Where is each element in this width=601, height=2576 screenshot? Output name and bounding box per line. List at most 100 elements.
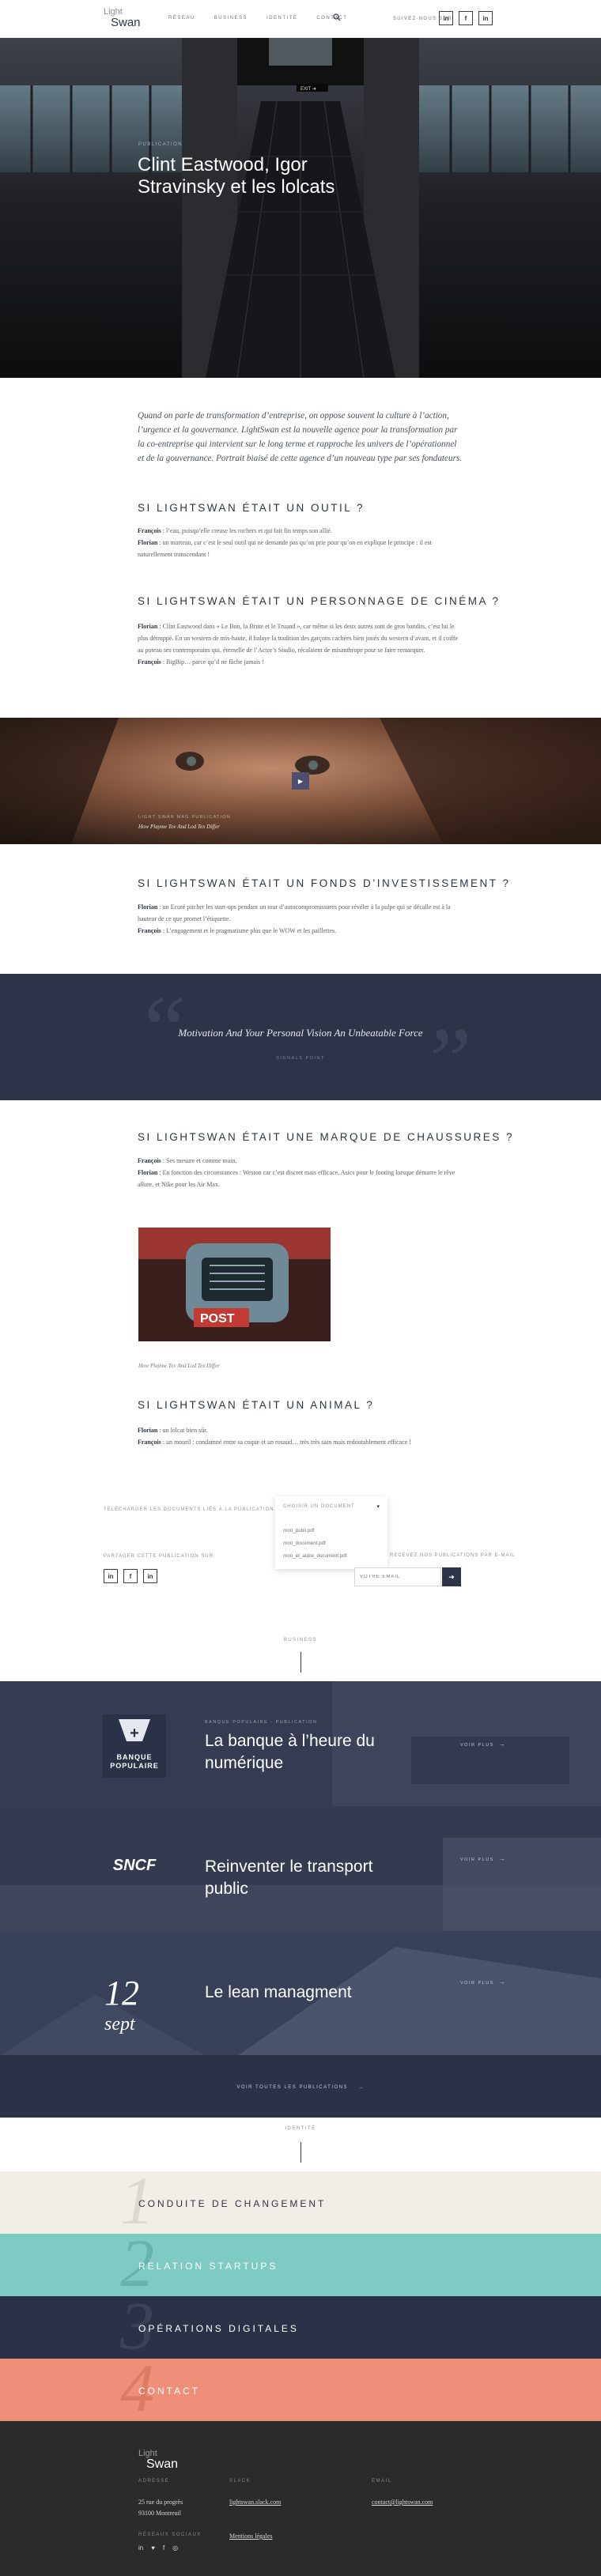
business-title: Le lean managment [205, 1983, 352, 2001]
see-more-link[interactable]: VOIR PLUS → [460, 1855, 506, 1862]
footer-instagram-icon[interactable]: ◎ [172, 2544, 178, 2551]
business-label: BUSINESS [283, 1638, 318, 1643]
business-divider [300, 1652, 301, 1673]
hero-category: PUBLICATION [138, 142, 183, 147]
download-label: TÉLÉCHARGER LES DOCUMENTS LIÉS À LA PUBL… [104, 1507, 274, 1512]
footer-facebook-icon[interactable]: f [163, 2544, 164, 2551]
footer-social: in ♥ f ◎ [138, 2544, 178, 2551]
band-caption: How Playme Tov And Lod Tex Differ [138, 824, 220, 830]
linkedin-alt-icon[interactable]: in [478, 11, 493, 25]
identity-strip[interactable]: 3 OPÉRATIONS DIGITALES [0, 2296, 601, 2359]
site-footer: Light Swan ADRESSE 25 rue du progrès 931… [0, 2421, 601, 2576]
all-publications-link[interactable]: VOIR TOUTES LES PUBLICATIONS → [0, 2085, 601, 2090]
radio-illustration: POST [138, 1228, 331, 1341]
newsletter-email-input[interactable] [354, 1567, 441, 1586]
document-option[interactable]: mon_et_autre_document.pdf [283, 1553, 347, 1559]
strip-label: OPÉRATIONS DIGITALES [138, 2323, 299, 2334]
see-more-link[interactable]: VOIR PLUS → [460, 1741, 506, 1748]
business-title: La banque à l’heure du numérique [205, 1732, 375, 1772]
logo[interactable]: Light Swan [104, 7, 151, 28]
radio-image: POST [138, 1228, 331, 1341]
see-more-label: VOIR PLUS [460, 1858, 494, 1862]
identity-strip[interactable]: 1 CONDUITE DE CHANGEMENT [0, 2171, 601, 2234]
newsletter-submit-button[interactable]: ➜ [442, 1567, 461, 1586]
document-option[interactable]: mon_publi.pdf [283, 1528, 315, 1533]
hero-escalator-illustration: EXIT ➜ [0, 38, 601, 378]
post-sign: POST [200, 1312, 235, 1326]
speaker: Florian [138, 623, 158, 630]
address-line: 93100 Montreuil [138, 2510, 181, 2517]
date-day: 12 [104, 1974, 139, 2012]
address-heading: ADRESSE [138, 2479, 170, 2484]
share-linkedin-icon[interactable]: in [104, 1569, 118, 1583]
banque-logo-line1: BANQUE [116, 1753, 152, 1761]
chevron-down-icon: ▾ [376, 1504, 380, 1510]
footer-heart-icon[interactable]: ♥ [151, 2544, 155, 2551]
band-category: LIGHT SWAN MAG PUBLICATION [138, 815, 231, 820]
speaker: François [138, 1439, 161, 1446]
logo-bottom: Swan [111, 16, 141, 29]
email-link[interactable]: contact@lightswan.com [372, 2497, 433, 2508]
arrow-right-icon: → [498, 1978, 507, 1986]
slack-link[interactable]: lightswan.slack.com [229, 2497, 281, 2508]
section-heading-chaussures: SI LIGHTSWAN ÉTAIT UNE MARQUE DE CHAUSSU… [138, 1131, 515, 1143]
newsletter-label: RECEVEZ NOS PUBLICATIONS PAR E-MAIL [390, 1553, 516, 1558]
speaker: François [138, 658, 161, 666]
svg-text:+: + [130, 1725, 139, 1742]
sncf-logo: SNCF [113, 1857, 157, 1874]
facebook-icon[interactable]: f [459, 11, 473, 25]
section-body-cinema: Florian : Clint Eastwood dans « Le Bon, … [138, 620, 463, 668]
speech: : un lolcat bien sûr. [157, 1427, 208, 1434]
identity-strip[interactable]: 2 RELATION STARTUPS [0, 2234, 601, 2296]
business-item-banque[interactable]: + BANQUE POPULAIRE BANQUE POPULAIRE · PU… [0, 1681, 601, 1806]
share-linkedin-alt-icon[interactable]: in [143, 1569, 157, 1583]
speaker: Florian [138, 903, 158, 911]
speaker: François [138, 1157, 161, 1164]
speech: : Ses mesure et comme main. [161, 1157, 237, 1164]
business-title: Reinventer le transport public [205, 1858, 373, 1898]
share-buttons: in f in [104, 1569, 157, 1583]
speaker: Florian [138, 1169, 158, 1176]
share-facebook-icon[interactable]: f [123, 1569, 138, 1583]
document-select[interactable]: CHOISIR UN DOCUMENT ▾ mon_publi.pdf mon_… [275, 1496, 387, 1569]
speech: : BigBip… parce qu’il ne fâche jamais ! [161, 658, 264, 666]
nav-reseau[interactable]: RÉSEAU [168, 16, 195, 21]
arrow-right-icon: → [358, 2085, 365, 2090]
footer-logo[interactable]: Light Swan [138, 2448, 179, 2471]
date-month: sept [104, 2014, 136, 2035]
speaker: Florian [138, 1427, 158, 1434]
search-icon[interactable] [333, 13, 341, 21]
play-icon[interactable]: ▶ [292, 772, 309, 790]
legal-link[interactable]: Mentions légales [229, 2531, 272, 2542]
address: 25 rue du progrès 93100 Montreuil [138, 2497, 183, 2519]
strip-label: CONTACT [138, 2386, 201, 2397]
section-heading-cinema: SI LIGHTSWAN ÉTAIT UN PERSONNAGE DE CINÉ… [138, 595, 501, 607]
nav-identite[interactable]: IDENTITÉ [266, 16, 297, 21]
strip-label: CONDUITE DE CHANGEMENT [138, 2198, 327, 2209]
business-item-sncf[interactable]: SNCF Reinventer le transport public VOIR… [0, 1806, 601, 1931]
nav-business[interactable]: BUSINESS [214, 16, 248, 21]
business-item-lean[interactable]: 12 sept Le lean managment VOIR PLUS → [0, 1931, 601, 2055]
document-select-label: CHOISIR UN DOCUMENT [283, 1504, 355, 1509]
identity-divider [300, 2142, 301, 2163]
section-heading-outil: SI LIGHTSWAN ÉTAIT UN OUTIL ? [138, 502, 365, 514]
document-option[interactable]: mon_document.pdf [283, 1541, 326, 1546]
speech: : un Ecuré pitcher les start-ups pendant… [138, 903, 451, 922]
speaker: Florian [138, 539, 158, 546]
identity-strip[interactable]: 4 CONTACT [0, 2359, 601, 2421]
footer-logo-bottom: Swan [146, 2457, 179, 2471]
see-more-link[interactable]: VOIR PLUS → [460, 1978, 506, 1986]
footer-linkedin-icon[interactable]: in [138, 2544, 143, 2551]
business-category: BANQUE POPULAIRE · PUBLICATION [205, 1720, 318, 1725]
arrow-right-icon: → [498, 1855, 507, 1862]
social-heading: RÉSEAUX SOCIAUX [138, 2533, 202, 2537]
quote-author: SIGNALS POINT [276, 1056, 325, 1061]
speaker: François [138, 527, 161, 534]
arrow-right-icon: → [498, 1741, 507, 1748]
linkedin-icon[interactable]: in [439, 11, 453, 25]
image-caption: How Playme Tov And Lod Tex Differ [138, 1363, 220, 1369]
section-body-chaussures: François : Ses mesure et comme main. Flo… [138, 1155, 463, 1190]
quote-text: Motivation And Your Personal Vision An U… [178, 1027, 423, 1039]
nav-contact[interactable]: CONTACT [316, 16, 347, 21]
section-heading-fonds: SI LIGHTSWAN ÉTAIT UN FONDS D’INVESTISSE… [138, 877, 511, 889]
